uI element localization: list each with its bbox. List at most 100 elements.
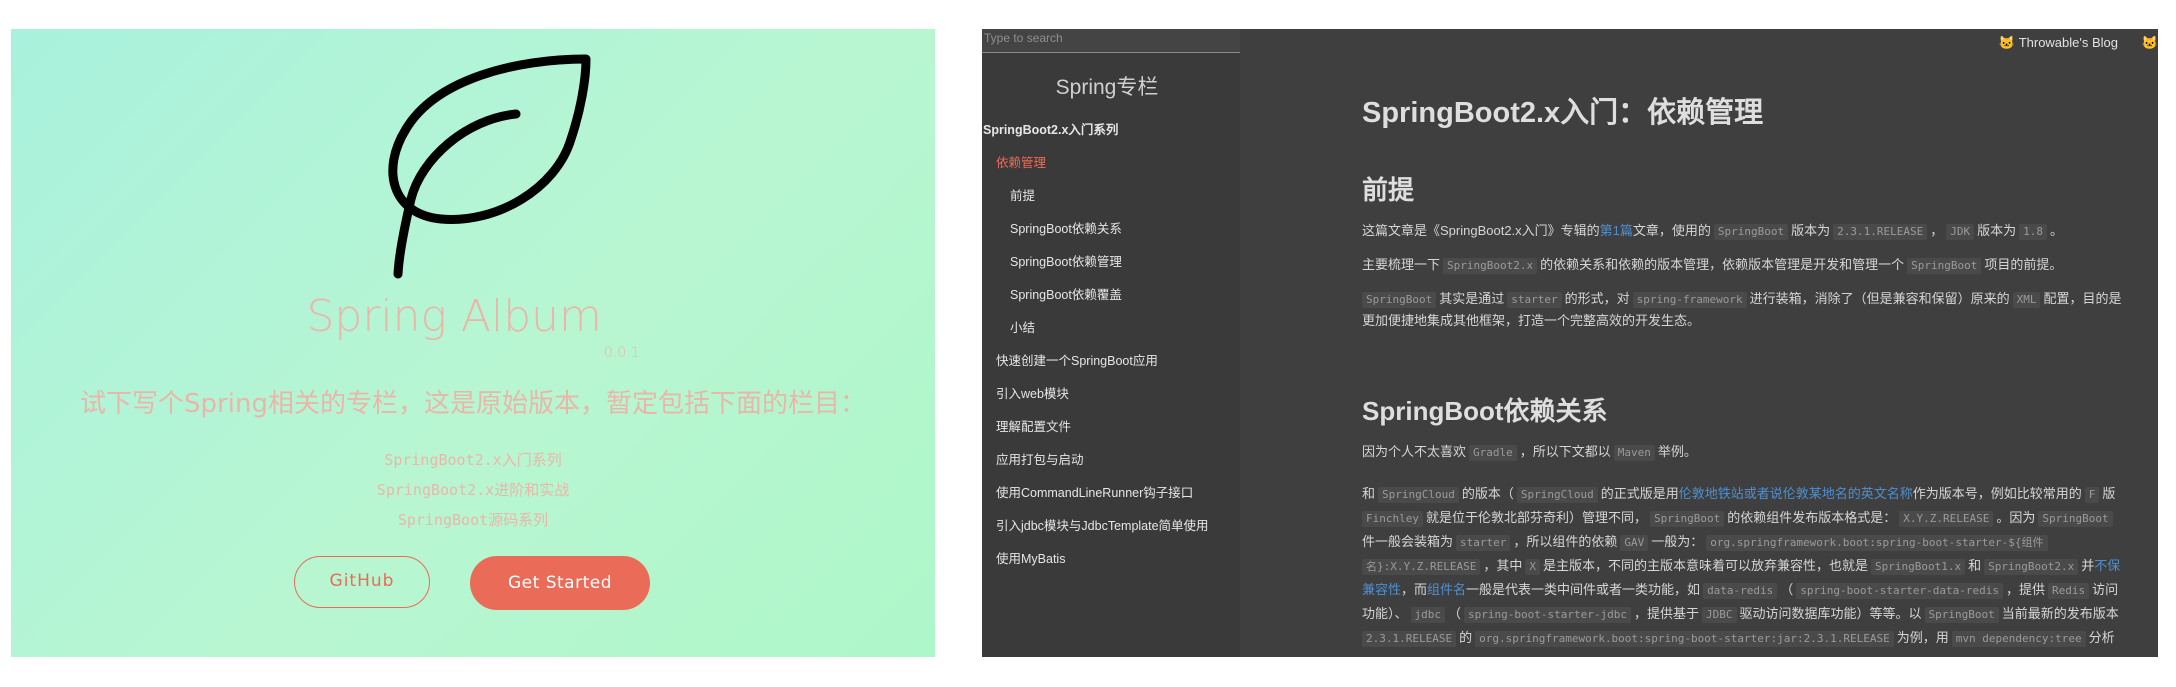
- text: 版: [2102, 486, 2116, 501]
- paragraph-5-line-4: 名}:X.Y.Z.RELEASE ，其中 X 是主版本，不同的主版本意味着可以放弃兼容…: [1362, 557, 2120, 575]
- article-link[interactable]: 不保: [2094, 558, 2120, 573]
- text: 的正式版是用: [1600, 486, 1679, 501]
- github-button[interactable]: GitHub: [294, 556, 430, 608]
- sidebar-title: Spring专栏: [1055, 76, 1159, 99]
- version-label: 0.0.1: [603, 345, 640, 361]
- text: 。: [2050, 223, 2064, 238]
- paragraph-5-line-1: 和 SpringCloud 的版本（ SpringCloud 的正式版是用伦敦地铁站或者…: [1362, 485, 2115, 503]
- sidebar-item-premise[interactable]: 前提: [1010, 185, 1035, 204]
- inline-code: jdbc: [1410, 607, 1446, 623]
- text: （: [1448, 606, 1462, 621]
- text: 的形式，对: [1564, 291, 1630, 306]
- sidebar-item-quick-create[interactable]: 快速创建一个SpringBoot应用: [996, 350, 1158, 369]
- text: 的: [1459, 630, 1473, 645]
- article-link[interactable]: 组件名: [1427, 582, 1466, 597]
- inline-code: X: [1525, 559, 1540, 575]
- inline-code: SpringBoot: [1713, 224, 1789, 240]
- text: 一般为：: [1651, 534, 1704, 549]
- text: 的依赖组件发布版本格式是：: [1727, 510, 1897, 525]
- inline-code: SpringBoot2.x: [1443, 258, 1538, 274]
- inline-code: spring-boot-starter-jdbc: [1464, 607, 1631, 623]
- cover-title-text: Spring Album: [306, 291, 602, 342]
- text: 其实是通过: [1439, 291, 1505, 306]
- article-title: SpringBoot2.x入门：依赖管理: [1362, 97, 1764, 129]
- paragraph-4: 因为个人不太喜欢 Gradle ，所以下文都以 Maven 举例。: [1362, 443, 1697, 461]
- paragraph-5-line-2: Finchley 就是位于伦敦北部芬奇利）管理不同， SpringBoot 的依赖组件…: [1362, 509, 2116, 527]
- paragraph-3-line-2: 更加便捷地集成其他框架，打造一个完整高效的开发生态。: [1362, 313, 1701, 328]
- inline-code: SpringCloud: [1516, 487, 1598, 503]
- sidebar-item-mybatis[interactable]: 使用MyBatis: [996, 548, 1065, 567]
- paragraph-3: SpringBoot 其实是通过 starter 的形式，对 spring-framew…: [1362, 290, 2122, 308]
- docs-page: Spring专栏 SpringBoot2.x入门系列 依赖管理 前提 Sprin…: [982, 29, 2158, 657]
- text: 配置，目的是: [2043, 291, 2122, 306]
- cover-title: Spring Album0.0.1: [11, 291, 935, 361]
- inline-code: Gradle: [1469, 445, 1517, 461]
- text: 当前最新的发布版本: [2001, 606, 2119, 621]
- sidebar-item-config-file[interactable]: 理解配置文件: [996, 416, 1071, 435]
- inline-code: SpringCloud: [1378, 487, 1459, 503]
- article-link[interactable]: 第1篇: [1600, 223, 1633, 238]
- inline-code: starter: [1456, 535, 1511, 551]
- inline-code: org.springframework.boot:spring-boot-sta…: [1706, 535, 2048, 551]
- sidebar-item-dependency-relation[interactable]: SpringBoot依赖关系: [1010, 218, 1122, 237]
- text: 就是位于伦敦北部芬奇利）管理不同，: [1425, 510, 1647, 525]
- inline-code: mvn dependency:tree: [1951, 631, 2086, 647]
- inline-code: X.Y.Z.RELEASE: [1899, 511, 1994, 527]
- search-input[interactable]: [982, 29, 1236, 49]
- sidebar-item-dependency-manage[interactable]: SpringBoot依赖管理: [1010, 251, 1122, 270]
- text: 文章，使用的: [1632, 223, 1711, 238]
- topic-list: SpringBoot2.x入门系列 SpringBoot2.x进阶和实战 Spr…: [11, 445, 935, 535]
- get-started-button[interactable]: Get Started: [470, 556, 650, 610]
- text: 项目的前提。: [1984, 257, 2063, 272]
- article-link[interactable]: 兼容性: [1362, 582, 1401, 597]
- inline-code: spring-framework: [1632, 292, 1747, 308]
- text: 。因为: [1996, 510, 2036, 525]
- sidebar-item-springboot-intro[interactable]: SpringBoot2.x入门系列: [983, 119, 1118, 138]
- text: 分析: [2088, 630, 2115, 645]
- text: 一般是代表一类中间件或者一类功能，如: [1466, 582, 1701, 597]
- topic-item: SpringBoot2.x进阶和实战: [376, 481, 570, 499]
- text: ，所以下文都以: [1519, 444, 1611, 459]
- article-link[interactable]: 伦敦地铁站或者说伦敦某地名的英文名称: [1679, 486, 1913, 501]
- inline-code: F: [2084, 487, 2100, 503]
- sidebar-item-dependency-override[interactable]: SpringBoot依赖覆盖: [1010, 284, 1122, 303]
- inline-code: SpringBoot: [1907, 258, 1982, 274]
- text: ，所以组件的依赖: [1513, 534, 1618, 549]
- heading-dependency-relation: SpringBoot依赖关系: [1362, 396, 1608, 426]
- text: 因为个人不太喜欢: [1362, 444, 1467, 459]
- paragraph-1: 这篇文章是《SpringBoot2.x入门》专辑的第1篇文章，使用的 Spring…: [1362, 222, 2063, 240]
- sidebar-item-packaging[interactable]: 应用打包与启动: [996, 449, 1084, 468]
- text: 进行装箱，消除了（但是兼容和保留）原来的: [1749, 291, 2010, 306]
- heading-premise: 前提: [1362, 175, 1415, 205]
- paragraph-5-line-6: 功能）、 jdbc （spring-boot-starter-jdbc ，提供基于 JD…: [1362, 605, 2119, 623]
- search-box: [982, 29, 1240, 53]
- sidebar-item-dependency-management[interactable]: 依赖管理: [996, 152, 1046, 171]
- cover-description: 试下写个Spring相关的专栏，这是原始版本，暂定包括下面的栏目：: [80, 389, 866, 419]
- text: 为例，用: [1896, 630, 1949, 645]
- inline-code: 名}:X.Y.Z.RELEASE: [1362, 559, 1481, 575]
- sidebar-item-commandlinerunner[interactable]: 使用CommandLineRunner钩子接口: [996, 482, 1193, 501]
- text: ，而: [1401, 582, 1428, 597]
- inline-code: Redis: [2048, 583, 2090, 599]
- sidebar-item-summary[interactable]: 小结: [1010, 317, 1035, 336]
- inline-code: 2.3.1.RELEASE: [1362, 631, 1457, 647]
- inline-code: org.springframework.boot:spring-boot-sta…: [1475, 631, 1894, 647]
- text: 访问: [2092, 582, 2119, 597]
- inline-code: JDBC: [1702, 607, 1737, 623]
- paragraph-5-line-3: 件一般会装箱为 starter ，所以组件的依赖 GAV 一般为： org.springf…: [1362, 533, 2051, 551]
- text: 版本为: [1977, 223, 2017, 238]
- text: 这篇文章是《SpringBoot2.x入门》专辑的: [1362, 223, 1600, 238]
- sidebar-item-jdbc[interactable]: 引入jdbc模块与JdbcTemplate简单使用: [996, 515, 1209, 534]
- article: SpringBoot2.x入门：依赖管理 前提 这篇文章是《SpringBoot…: [1362, 29, 2158, 657]
- topic-item: SpringBoot源码系列: [397, 511, 549, 529]
- text: ，: [1930, 223, 1944, 238]
- paragraph-5-line-5: 兼容性，而组件名一般是代表一类中间件或者一类功能，如 data-redis （spr…: [1362, 581, 2118, 599]
- text: 举例。: [1657, 444, 1697, 459]
- text: 的依赖关系和依赖的版本管理，依赖版本管理是开发和管理一个: [1540, 257, 1905, 272]
- inline-code: starter: [1507, 292, 1562, 308]
- paragraph-2: 主要梳理一下 SpringBoot2.x 的依赖关系和依赖的版本管理，依赖版本管理是…: [1362, 256, 2062, 274]
- text: 功能）、: [1362, 606, 1408, 621]
- sidebar-item-web-module[interactable]: 引入web模块: [996, 383, 1069, 402]
- inline-code: XML: [2012, 292, 2041, 308]
- inline-code: data-redis: [1703, 583, 1778, 599]
